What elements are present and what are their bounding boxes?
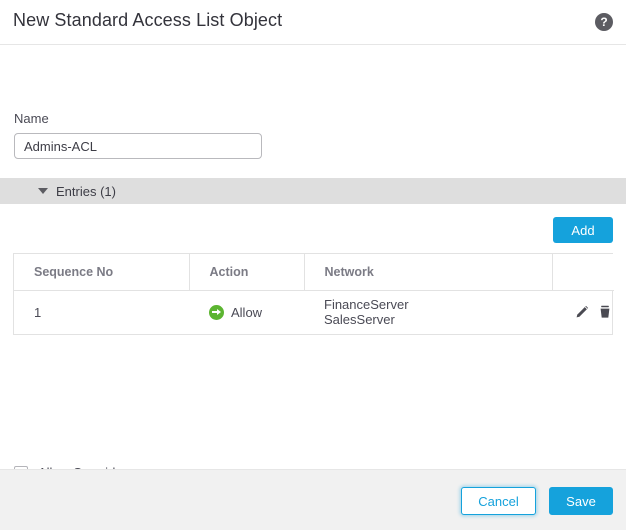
add-button[interactable]: Add xyxy=(553,217,613,243)
page-title: New Standard Access List Object xyxy=(13,10,282,31)
dialog-body: Name Entries (1) Add Sequence No Action … xyxy=(0,45,626,469)
table-row: 1 Allow FinanceServer SalesServer xyxy=(14,290,614,334)
edit-row-button[interactable] xyxy=(574,304,590,320)
network-item: SalesServer xyxy=(324,312,552,327)
chevron-down-icon xyxy=(38,188,48,194)
name-label: Name xyxy=(14,111,49,126)
cell-action: Allow xyxy=(189,290,304,334)
table-header-row: Sequence No Action Network xyxy=(14,254,614,290)
entries-table: Sequence No Action Network 1 Allow xyxy=(13,253,613,335)
pencil-icon xyxy=(574,304,590,320)
new-standard-access-list-dialog: New Standard Access List Object ? Name E… xyxy=(0,0,626,530)
column-header-sequence-no: Sequence No xyxy=(14,254,189,290)
cell-network: FinanceServer SalesServer xyxy=(304,290,552,334)
cell-row-actions xyxy=(552,290,614,334)
entries-section-label: Entries (1) xyxy=(56,184,116,199)
dialog-header: New Standard Access List Object ? xyxy=(0,0,626,45)
help-icon[interactable]: ? xyxy=(595,13,613,31)
action-label: Allow xyxy=(231,305,262,320)
column-header-network: Network xyxy=(304,254,552,290)
column-header-action: Action xyxy=(189,254,304,290)
cell-sequence-no: 1 xyxy=(14,290,189,334)
save-button[interactable]: Save xyxy=(549,487,613,515)
name-input[interactable] xyxy=(14,133,262,159)
delete-row-button[interactable] xyxy=(597,304,613,320)
cancel-button[interactable]: Cancel xyxy=(461,487,536,515)
column-header-row-actions xyxy=(552,254,614,290)
network-item: FinanceServer xyxy=(324,297,552,312)
dialog-footer: Cancel Save xyxy=(0,469,626,530)
trash-icon xyxy=(597,304,613,320)
entries-section-header[interactable]: Entries (1) xyxy=(0,178,626,204)
green-arrow-circle-icon xyxy=(209,305,224,320)
